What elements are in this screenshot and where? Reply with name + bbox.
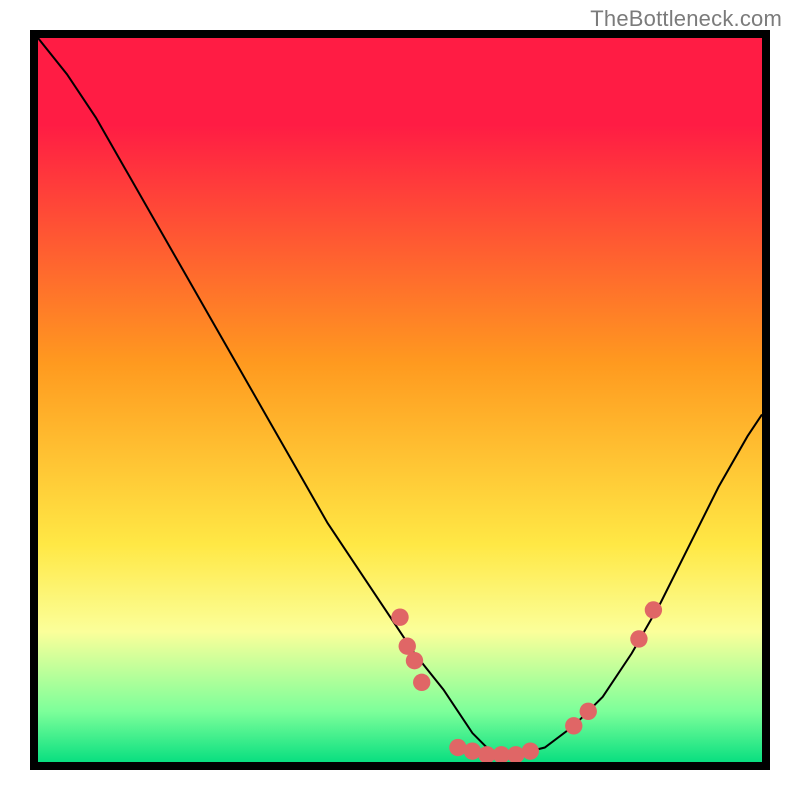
- data-dot: [464, 742, 481, 759]
- attribution-text: TheBottleneck.com: [590, 6, 782, 32]
- data-dot: [580, 703, 597, 720]
- data-dot: [522, 742, 539, 759]
- data-dot: [449, 739, 466, 756]
- data-dot: [565, 717, 582, 734]
- data-dot: [630, 630, 647, 647]
- data-dot: [507, 746, 524, 762]
- data-dot: [645, 601, 662, 618]
- dot-layer: [391, 601, 662, 762]
- bottleneck-chart: [38, 38, 762, 762]
- data-dot: [413, 674, 430, 691]
- data-dot: [406, 652, 423, 669]
- chart-frame: [30, 30, 770, 770]
- data-dot: [391, 609, 408, 626]
